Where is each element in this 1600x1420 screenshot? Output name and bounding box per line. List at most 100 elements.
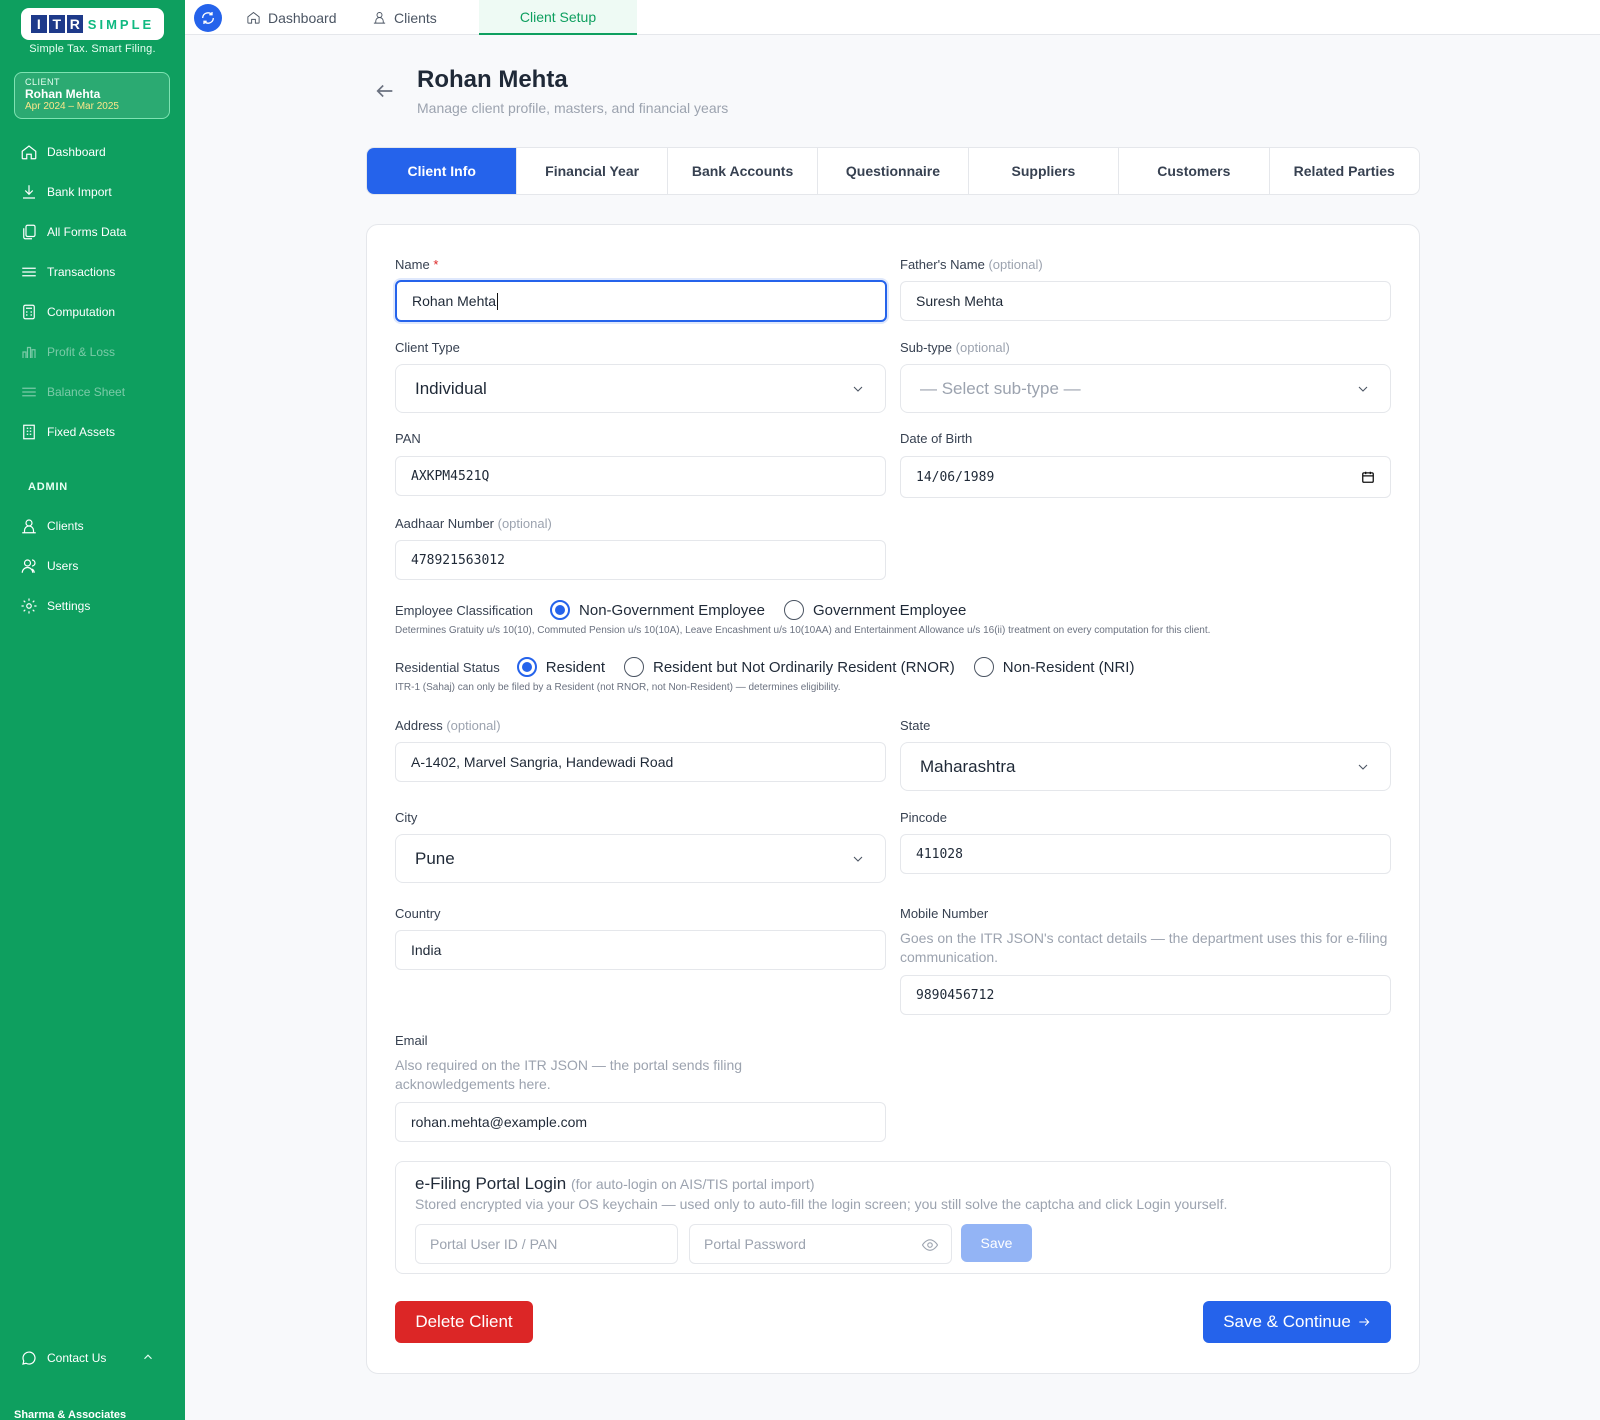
residential-status-label: Residential Status (395, 659, 500, 675)
address-input[interactable]: A-1402, Marvel Sangria, Handewadi Road (395, 742, 886, 782)
sidebar-item-dashboard[interactable]: Dashboard (20, 141, 106, 163)
sidebar-item-profit-loss[interactable]: Profit & Loss (20, 341, 115, 363)
sidebar-item-fixed-assets[interactable]: Fixed Assets (20, 421, 115, 443)
list-icon (22, 267, 36, 277)
back-arrow-icon[interactable] (374, 80, 396, 102)
sidebar-item-users[interactable]: Users (20, 555, 78, 577)
refresh-icon (202, 12, 214, 24)
chevron-down-icon (1358, 386, 1368, 392)
sync-button[interactable] (194, 4, 222, 32)
sidebar-item-label: Dashboard (47, 145, 106, 159)
subtype-select[interactable]: — Select sub-type — (900, 364, 1391, 413)
radio-label[interactable]: Non-Resident (NRI) (1003, 659, 1135, 676)
portal-login-title: e-Filing Portal Login (for auto-login on… (415, 1174, 815, 1194)
radio-government[interactable] (783, 600, 804, 620)
tab-questionnaire[interactable]: Questionnaire (818, 148, 969, 194)
users-icon (21, 559, 36, 573)
subtype-label: Sub-type (optional) (900, 340, 1010, 355)
radio-label[interactable]: Resident but Not Ordinarily Resident (RN… (653, 659, 955, 676)
sidebar-item-settings[interactable]: Settings (20, 595, 90, 617)
address-label-text: Address (395, 718, 443, 733)
email-input[interactable]: rohan.mehta@example.com (395, 1102, 886, 1142)
client-type-value: Individual (415, 378, 487, 398)
contact-us-label: Contact Us (47, 1351, 107, 1365)
tab-clients[interactable]: Clients (372, 0, 437, 35)
tab-bank-accounts[interactable]: Bank Accounts (668, 148, 819, 194)
arrow-right-icon (1359, 1318, 1370, 1326)
tab-label: Client Setup (519, 8, 597, 25)
mobile-hint: Goes on the ITR JSON's contact details —… (900, 930, 1388, 965)
portal-user-input[interactable]: Portal User ID / PAN (415, 1224, 678, 1264)
mobile-input[interactable]: 9890456712 (900, 975, 1391, 1015)
name-input[interactable]: Rohan Mehta (395, 280, 887, 322)
sidebar-item-label: Users (47, 559, 79, 573)
logo[interactable]: I T R SIMPLE (21, 8, 164, 40)
sidebar-item-transactions[interactable]: Transactions (20, 261, 115, 283)
calculator-icon (23, 304, 35, 320)
firm-name: Sharma & Associates (14, 1409, 127, 1420)
tab-client-setup[interactable]: Client Setup (479, 0, 637, 35)
dob-value: 14/06/1989 (916, 469, 995, 485)
tab-related-parties[interactable]: Related Parties (1270, 148, 1419, 194)
chevron-down-icon (853, 386, 863, 392)
delete-client-button[interactable]: Delete Client (395, 1301, 533, 1343)
pan-input[interactable]: AXKPM4521Q (395, 456, 886, 496)
sidebar-item-clients[interactable]: Clients (20, 515, 84, 537)
pincode-input[interactable]: 411028 (900, 834, 1391, 874)
radio-label[interactable]: Non-Government Employee (579, 602, 765, 619)
radio-label[interactable]: Resident (546, 659, 605, 676)
tab-suppliers[interactable]: Suppliers (969, 148, 1120, 194)
tab-client-info[interactable]: Client Info (367, 148, 518, 194)
sidebar-item-bank-import[interactable]: Bank Import (20, 181, 112, 203)
tab-customers[interactable]: Customers (1119, 148, 1270, 194)
radio-rnor[interactable] (623, 657, 644, 677)
admin-section-label: ADMIN (28, 481, 69, 493)
portal-save-button[interactable]: Save (961, 1224, 1032, 1262)
sidebar-item-label: Bank Import (47, 185, 112, 199)
name-label-text: Name (395, 257, 430, 272)
aadhaar-label-text: Aadhaar Number (395, 516, 494, 531)
client-type-select[interactable]: Individual (395, 364, 886, 413)
client-card[interactable]: CLIENT Rohan Mehta Apr 2024 – Mar 2025 (14, 72, 170, 119)
sidebar-item-label: Profit & Loss (47, 345, 116, 359)
tagline: Simple Tax. Smart Filing. (29, 43, 156, 55)
country-input[interactable]: India (395, 930, 886, 970)
contact-us-button[interactable]: Contact Us (20, 1347, 106, 1369)
portal-login-note: (for auto-login on AIS/TIS portal import… (570, 1176, 815, 1192)
optional-tag: (optional) (446, 718, 501, 733)
clients-icon (22, 519, 36, 534)
father-name-input[interactable]: Suresh Mehta (900, 281, 1391, 321)
tab-dashboard[interactable]: Dashboard (246, 0, 337, 35)
father-name-label-text: Father's Name (900, 257, 985, 272)
tab-financial-year[interactable]: Financial Year (517, 148, 668, 194)
country-label: Country (395, 906, 441, 921)
chevron-up-icon[interactable] (141, 1350, 155, 1364)
portal-password-input[interactable]: Portal Password (689, 1224, 952, 1264)
radio-non-government[interactable] (550, 600, 571, 620)
sidebar-item-label: Settings (47, 599, 91, 613)
page-title: Rohan Mehta (417, 66, 568, 93)
calendar-icon[interactable] (1361, 470, 1375, 484)
sidebar-item-balance-sheet[interactable]: Balance Sheet (20, 381, 125, 403)
portal-login-title-text: e-Filing Portal Login (415, 1174, 567, 1193)
save-continue-button[interactable]: Save & Continue (1203, 1301, 1391, 1343)
bar-chart-icon (22, 346, 36, 358)
optional-tag: (optional) (988, 257, 1043, 272)
city-select[interactable]: Pune (395, 834, 886, 883)
radio-resident[interactable] (516, 657, 537, 677)
eye-icon[interactable] (921, 1236, 939, 1254)
state-select[interactable]: Maharashtra (900, 742, 1391, 791)
radio-nri[interactable] (973, 657, 994, 677)
radio-label[interactable]: Government Employee (813, 602, 966, 619)
sidebar-item-computation[interactable]: Computation (20, 301, 115, 323)
client-card-period: Apr 2024 – Mar 2025 (25, 101, 119, 112)
subtype-placeholder: — Select sub-type — (920, 378, 1081, 398)
dob-input[interactable]: 14/06/1989 (900, 456, 1391, 498)
clients-icon (373, 12, 386, 24)
aadhaar-input[interactable]: 478921563012 (395, 540, 886, 580)
pincode-label: Pincode (900, 810, 947, 825)
city-value: Pune (415, 848, 455, 868)
tab-label: Dashboard (268, 9, 337, 26)
building-icon (23, 424, 35, 440)
sidebar-item-all-forms-data[interactable]: All Forms Data (20, 221, 126, 243)
